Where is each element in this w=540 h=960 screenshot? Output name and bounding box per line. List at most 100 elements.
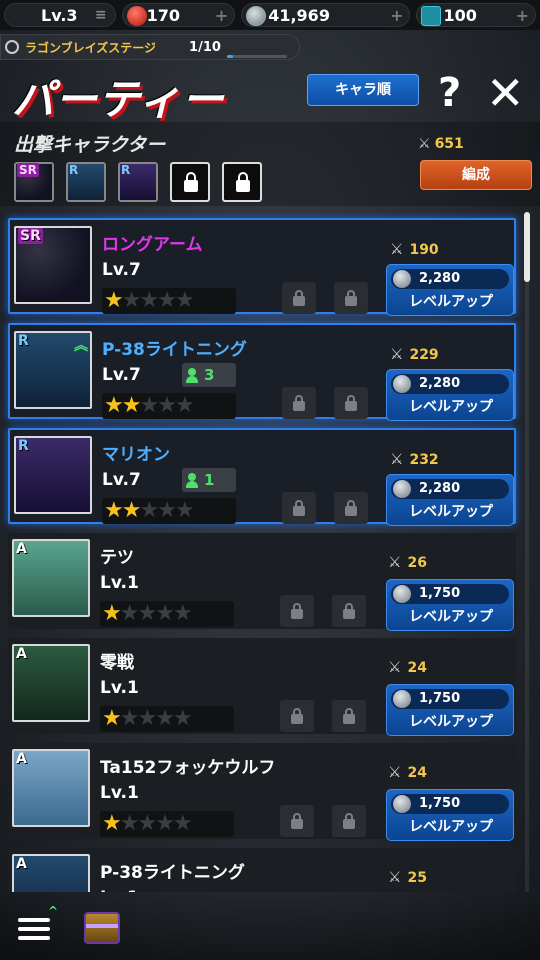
coin-icon: [393, 690, 411, 708]
rank-badge: R: [69, 163, 79, 177]
sortie-slot[interactable]: R: [66, 162, 106, 202]
level-up-label: レベルアップ: [409, 819, 493, 835]
rank-badge: R: [18, 438, 29, 454]
rank-badge: R: [121, 163, 131, 177]
lock-icon: [343, 708, 355, 724]
character-list: SR ロングアーム Lv.7 ★★★★★ ⚔ 190 2,280 レベルアップ R ︽ P-38ライ…: [0, 212, 540, 892]
ticket-pill[interactable]: 100 +: [416, 3, 536, 27]
sortie-slot[interactable]: R: [118, 162, 158, 202]
upgrade-arrow-icon: ︽: [74, 338, 88, 354]
equip-slot-locked[interactable]: [332, 700, 366, 732]
crossed-swords-icon: ⚔: [388, 658, 402, 676]
character-power: ⚔ 24: [388, 658, 427, 676]
level-up-label: レベルアップ: [409, 504, 493, 520]
mission-bar[interactable]: ラゴンブレイズステージ到達 1/10: [0, 34, 300, 60]
equip-slot-locked[interactable]: [282, 387, 316, 419]
rank-badge: A: [16, 856, 27, 872]
character-portrait[interactable]: A: [12, 854, 90, 892]
coin-icon: [393, 795, 411, 813]
crossed-swords-icon: ⚔: [390, 240, 404, 258]
equip-slot-locked[interactable]: [334, 387, 368, 419]
character-portrait[interactable]: A: [12, 539, 90, 617]
character-card[interactable]: A Ta152フォッケウルフ Lv.1 ★★★★★ ⚔ 24 1,750 レベルアップ: [8, 743, 516, 841]
equip-slot-locked[interactable]: [282, 492, 316, 524]
star-rating: ★★★★★: [100, 811, 234, 837]
character-power: ⚔ 24: [388, 763, 427, 781]
level-up-button[interactable]: 1,750 レベルアップ: [386, 579, 514, 631]
equip-slot-locked[interactable]: [334, 492, 368, 524]
coin-icon: [246, 6, 267, 26]
upgrade-arrow-icon: ^: [48, 904, 59, 918]
locked-slot[interactable]: [170, 162, 210, 202]
ruby-count: 170: [146, 5, 181, 25]
top-status-bar: Lv.3 ≡ 170 + 41,969 + 100 +: [0, 0, 540, 30]
lock-icon: [293, 290, 305, 306]
lock-icon: [291, 813, 303, 829]
coin-icon: [393, 480, 411, 498]
coin-icon: [393, 585, 411, 603]
level-up-label: レベルアップ: [409, 609, 493, 625]
mission-progress-bar: [227, 55, 287, 58]
character-power: ⚔ 232: [390, 450, 439, 468]
treasure-chest-icon[interactable]: [84, 912, 120, 944]
star-rating: ★★★★★: [102, 288, 236, 314]
coin-icon: [393, 270, 411, 288]
equip-slot-locked[interactable]: [334, 282, 368, 314]
character-name: テツ: [100, 548, 134, 568]
star-rating: ★★★★★: [100, 706, 234, 732]
equip-slot-locked[interactable]: [332, 595, 366, 627]
character-level: Lv.7: [102, 260, 141, 280]
character-card[interactable]: A 零戦 Lv.1 ★★★★★ ⚔ 24 1,750 レベルアップ: [8, 638, 516, 736]
help-button[interactable]: ?: [438, 70, 461, 116]
equip-slot-locked[interactable]: [280, 805, 314, 837]
equip-slot-locked[interactable]: [282, 282, 316, 314]
mission-progress: 1/10: [189, 39, 221, 55]
level-up-button[interactable]: 1,750 レベルアップ: [386, 684, 514, 736]
level-up-button[interactable]: 2,280 レベルアップ: [386, 474, 514, 526]
character-portrait[interactable]: R ︽: [14, 331, 92, 409]
character-card[interactable]: A テツ Lv.1 ★★★★★ ⚔ 26 1,750 レベルアップ: [8, 533, 516, 631]
character-card[interactable]: R ︽ P-38ライトニング Lv.7 3 ★★★★★ ⚔ 229 2,280 レベルアップ: [8, 323, 516, 421]
lock-icon: [345, 395, 357, 411]
character-portrait[interactable]: R: [14, 436, 92, 514]
character-card[interactable]: SR ロングアーム Lv.7 ★★★★★ ⚔ 190 2,280 レベルアップ: [8, 218, 516, 316]
ruby-pill[interactable]: 170 +: [121, 3, 236, 27]
sortie-slot[interactable]: SR: [14, 162, 54, 202]
crossed-swords-icon: ⚔: [388, 763, 402, 781]
character-name: ロングアーム: [102, 235, 203, 255]
formation-button[interactable]: 編成: [420, 160, 532, 190]
character-portrait[interactable]: SR: [14, 226, 92, 304]
locked-slot[interactable]: [222, 162, 262, 202]
character-name: マリオン: [102, 445, 170, 465]
equip-slot-locked[interactable]: [280, 595, 314, 627]
menu-button[interactable]: [18, 918, 50, 944]
lock-icon: [291, 603, 303, 619]
sort-button[interactable]: キャラ順: [307, 74, 419, 106]
close-button[interactable]: ✕: [486, 66, 525, 120]
sortie-title: 出撃キャラクター: [14, 134, 166, 156]
character-power: ⚔ 25: [388, 868, 427, 886]
sortie-section: 出撃キャラクター SR R R ⚔ 651 編成: [0, 122, 540, 206]
scrollbar[interactable]: [524, 212, 530, 282]
level-up-button[interactable]: 2,280 レベルアップ: [386, 264, 514, 316]
mission-text: ラゴンブレイズステージ到達: [25, 40, 155, 55]
ticket-count: 100: [443, 5, 477, 25]
lock-icon: [343, 603, 355, 619]
lock-icon: [343, 813, 355, 829]
equip-slot-locked[interactable]: [332, 805, 366, 837]
level-up-button[interactable]: 2,280 レベルアップ: [386, 369, 514, 421]
character-level: Lv.1: [100, 783, 139, 803]
coin-pill[interactable]: 41,969 +: [241, 3, 411, 27]
rank-badge: A: [16, 751, 27, 767]
equip-slot-locked[interactable]: [280, 700, 314, 732]
player-level-pill[interactable]: Lv.3 ≡: [4, 3, 116, 27]
level-up-label: レベルアップ: [409, 294, 493, 310]
level-up-button[interactable]: 1,750 レベルアップ: [386, 789, 514, 841]
character-card[interactable]: AP-38ライトニングLv.1★★★★★⚔25: [8, 848, 516, 892]
character-portrait[interactable]: A: [12, 644, 90, 722]
character-card[interactable]: R マリオン Lv.7 1 ★★★★★ ⚔ 232 2,280 レベルアップ: [8, 428, 516, 526]
character-portrait[interactable]: A: [12, 749, 90, 827]
character-power: ⚔ 190: [390, 240, 439, 258]
character-name: 零戦: [100, 653, 134, 673]
level-up-cost: 1,750: [391, 584, 509, 604]
